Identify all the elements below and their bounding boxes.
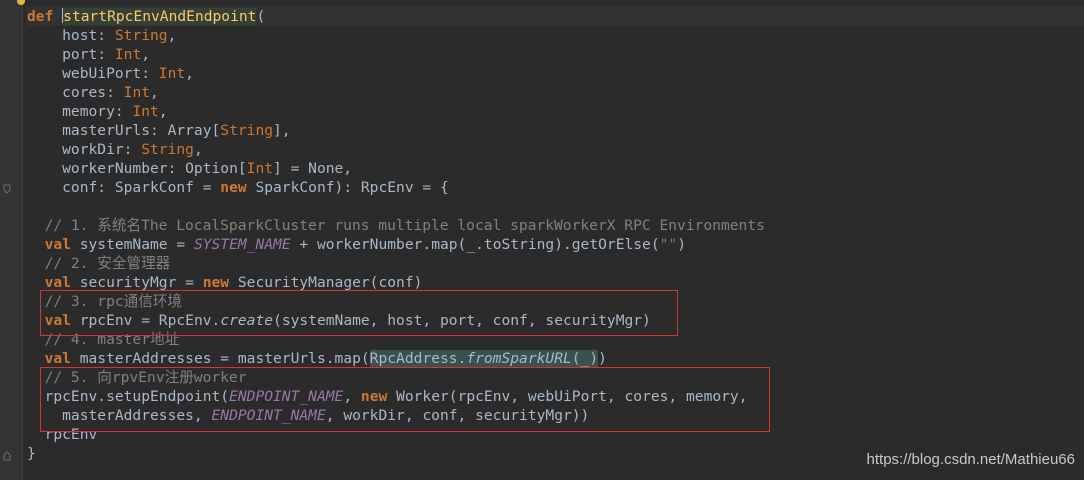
code-token: ( [256, 8, 266, 25]
code-token: ENDPOINT_NAME [229, 388, 344, 405]
editor-gutter [0, 0, 23, 480]
code-token: // 3. rpc通信环境 [27, 293, 183, 310]
code-token: // 1. 系统名The LocalSparkCluster runs mult… [27, 217, 765, 234]
code-token: String [220, 122, 274, 139]
code-token: SecurityManager(conf) [237, 274, 423, 291]
code-token: Int [158, 65, 186, 82]
code-line[interactable]: rpcEnv.setupEndpoint(ENDPOINT_NAME, new … [27, 387, 1084, 406]
code-token: fromSparkURL [466, 350, 572, 367]
code-line[interactable]: val masterAddresses = masterUrls.map(Rpc… [27, 349, 1084, 368]
code-token: masterAddresses = masterUrls.map( [79, 350, 370, 367]
code-token: , [343, 388, 361, 405]
code-token: rpcEnv.setupEndpoint( [27, 388, 230, 405]
code-token: Worker(rpcEnv, webUiPort, cores, memory, [396, 388, 748, 405]
code-token: create [220, 312, 274, 329]
code-line[interactable]: cores: Int, [27, 83, 1084, 102]
fold-marker-icon[interactable] [3, 184, 11, 194]
code-token: masterAddresses, [27, 407, 212, 424]
code-token: ENDPOINT_NAME [211, 407, 326, 424]
code-token: SYSTEM_NAME [193, 236, 291, 253]
code-token: , [185, 65, 194, 82]
code-token: ) [598, 350, 607, 367]
code-line[interactable]: host: String, [27, 26, 1084, 45]
code-line[interactable]: masterAddresses, ENDPOINT_NAME, workDir,… [27, 406, 1084, 425]
code-token: startRpcEnvAndEndpoint [63, 8, 257, 25]
code-token: , [193, 141, 203, 158]
code-token: } [27, 445, 36, 462]
code-token: val [27, 312, 80, 329]
code-token: securityMgr = [79, 274, 203, 291]
lightbulb-icon[interactable] [16, 0, 26, 5]
code-token: new [220, 179, 256, 196]
code-token: , workDir, conf, securityMgr)) [325, 407, 590, 424]
code-token: conf: SparkConf = [27, 179, 221, 196]
code-token: // 2. 安全管理器 [27, 255, 171, 272]
code-line[interactable]: // 1. 系统名The LocalSparkCluster runs mult… [27, 216, 1084, 235]
code-token: (systemName, host, port, conf, securityM… [273, 312, 651, 329]
code-line[interactable]: workDir: String, [27, 140, 1084, 159]
code-line[interactable]: val securityMgr = new SecurityManager(co… [27, 273, 1084, 292]
code-token: host: [27, 27, 115, 44]
code-token: def [27, 8, 63, 25]
code-line[interactable]: port: Int, [27, 45, 1084, 64]
code-line[interactable]: // 5. 向rpvEnv注册worker [27, 368, 1084, 387]
code-token: workDir: [27, 141, 142, 158]
code-line[interactable]: rpcEnv [27, 425, 1084, 444]
code-editor[interactable]: def startRpcEnvAndEndpoint( host: String… [27, 7, 1084, 463]
code-token: Int [132, 103, 159, 120]
code-token: rpcEnv [27, 426, 98, 443]
code-token: String [141, 141, 194, 158]
code-line[interactable]: val rpcEnv = RpcEnv.create(systemName, h… [27, 311, 1084, 330]
code-line[interactable] [27, 197, 1084, 216]
code-line[interactable]: workerNumber: Option[Int] = None, [27, 159, 1084, 178]
code-token: new [202, 274, 238, 291]
code-token: SparkConf): RpcEnv = { [255, 179, 449, 196]
code-token: val [27, 236, 80, 253]
code-line[interactable]: webUiPort: Int, [27, 64, 1084, 83]
code-token: + workerNumber.map(_.toString).getOrElse… [290, 236, 660, 253]
code-token: , [150, 84, 159, 101]
code-token: // 4. master地址 [27, 331, 180, 348]
fold-marker-icon[interactable] [3, 451, 11, 461]
code-line[interactable]: masterUrls: Array[String], [27, 121, 1084, 140]
code-token: ) [677, 236, 687, 253]
code-token: port: [27, 46, 115, 63]
code-line[interactable]: // 2. 安全管理器 [27, 254, 1084, 273]
code-token: , [141, 46, 151, 63]
code-token: , [167, 27, 177, 44]
code-token: val [27, 274, 80, 291]
watermark: https://blog.csdn.net/Mathieu66 [866, 451, 1075, 468]
code-token: Int [114, 46, 142, 63]
code-token: String [114, 27, 168, 44]
code-line[interactable]: memory: Int, [27, 102, 1084, 121]
code-token: ], [273, 122, 291, 139]
code-token: webUiPort: [27, 65, 159, 82]
code-token: systemName = [79, 236, 194, 253]
code-token: workerNumber: Option[ [27, 160, 247, 177]
code-token: ] = None, [273, 160, 353, 177]
code-token: // 5. 向rpvEnv注册worker [27, 369, 247, 386]
code-line[interactable]: // 3. rpc通信环境 [27, 292, 1084, 311]
code-token: new [360, 388, 397, 405]
code-token: memory: [27, 103, 133, 120]
code-token: rpcEnv = RpcEnv. [79, 312, 221, 329]
code-token: (_) [571, 350, 599, 367]
code-line[interactable]: conf: SparkConf = new SparkConf): RpcEnv… [27, 178, 1084, 197]
code-token: RpcAddress. [369, 350, 467, 367]
code-token: , [158, 103, 168, 120]
code-line[interactable]: def startRpcEnvAndEndpoint( [27, 7, 1084, 26]
code-token: "" [659, 236, 678, 253]
code-token: masterUrls: Array[ [27, 122, 221, 139]
code-token: cores: [27, 84, 124, 101]
code-token: Int [123, 84, 151, 101]
code-line[interactable]: val systemName = SYSTEM_NAME + workerNum… [27, 235, 1084, 254]
code-token: Int [246, 160, 274, 177]
code-line[interactable]: // 4. master地址 [27, 330, 1084, 349]
code-token: val [27, 350, 80, 367]
